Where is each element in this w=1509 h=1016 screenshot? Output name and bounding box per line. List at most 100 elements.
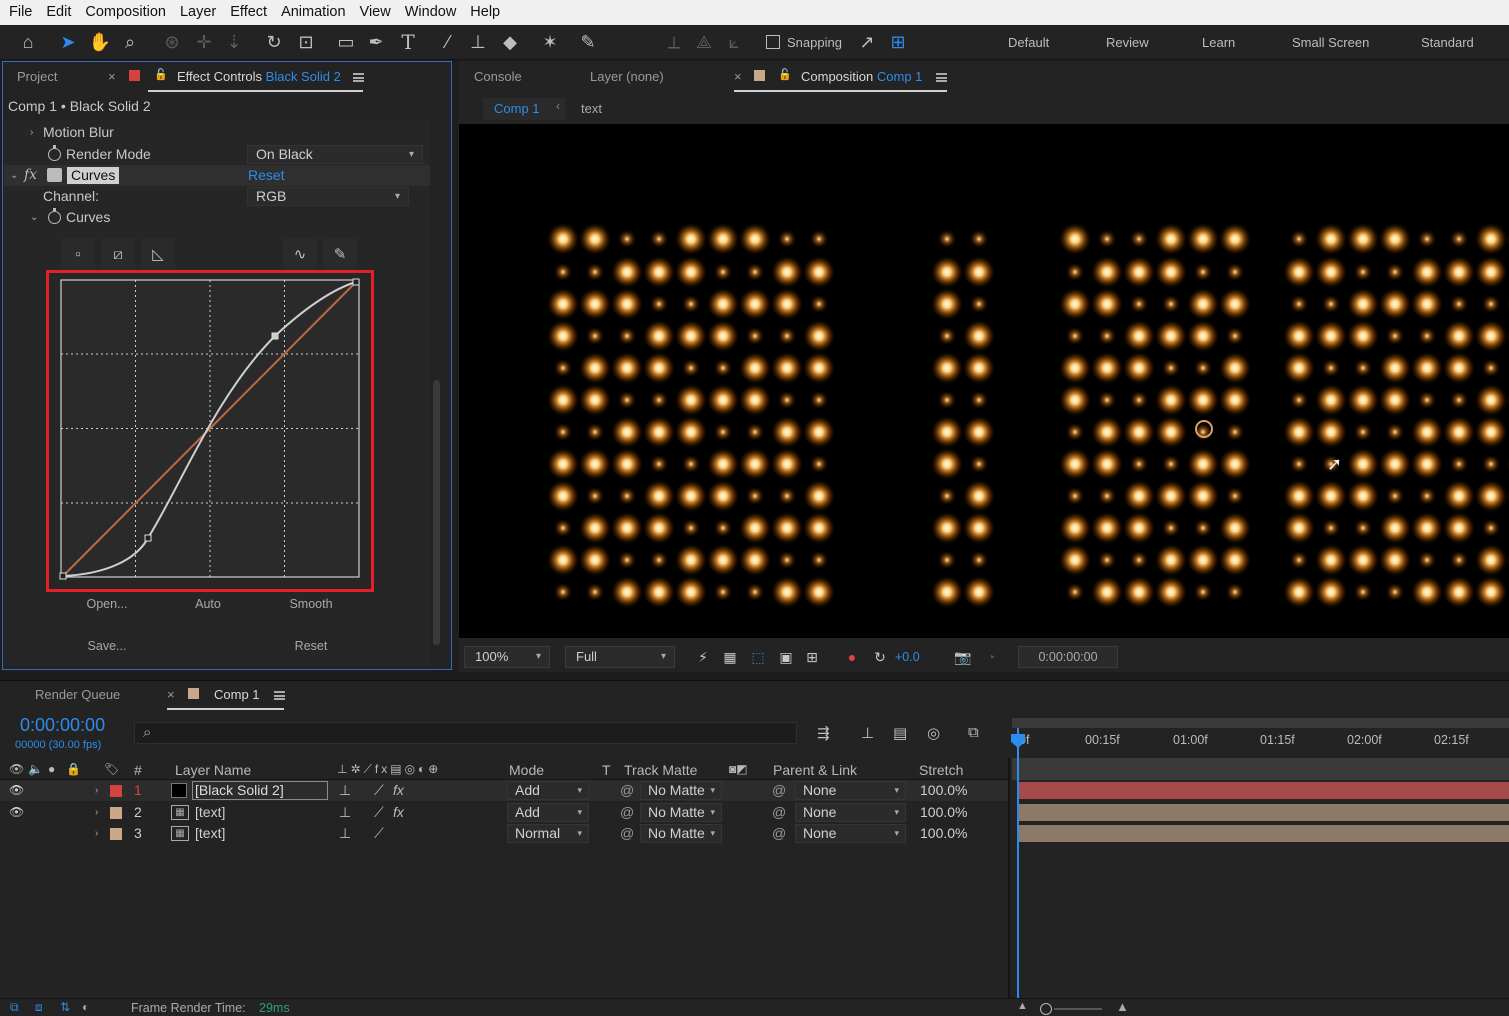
hand-tool-icon[interactable]: ✋ [86,29,114,55]
channels-icon[interactable]: ● [843,648,861,666]
track-matte-dropdown[interactable]: No Matte ▾ [640,781,722,800]
comp-breadcrumb-comp[interactable]: Comp 1 [494,101,540,116]
axis-local-icon[interactable]: ⟂ [660,29,688,55]
zoom-slider-track[interactable] [1054,1008,1102,1010]
tab-timeline-comp[interactable]: Comp 1 [214,679,260,711]
curves-effect-row[interactable]: ⌄ fx Curves Reset [4,165,430,186]
bezier-curve-tool-icon[interactable]: ∿ [283,238,317,270]
effect-switch-icon[interactable]: fx [393,780,404,801]
save-button[interactable]: Save... [59,634,155,658]
zoom-tool-icon[interactable]: ⌕ [116,29,144,55]
menu-file[interactable]: File [2,0,39,25]
effect-controls-scrollbar[interactable] [433,380,440,645]
show-snapshot-icon[interactable]: ◔ [982,648,1000,666]
menu-view[interactable]: View [353,0,398,25]
curves-graph[interactable] [46,270,374,592]
motion-blur-icon[interactable]: ◎ [927,724,940,742]
home-icon[interactable]: ⌂ [14,29,42,55]
pick-whip-icon[interactable]: @ [772,823,786,844]
stopwatch-icon[interactable] [48,208,61,224]
layer-row-1[interactable]: 👁 › 1 [Black Solid 2] ⊥ ⟋ fx Add ▾ @ No M… [0,780,1008,801]
matte-link-icon[interactable]: @ [620,780,634,801]
layer-row-2[interactable]: 👁 › 2 ▦ [text] ⊥ ⟋ fx Add ▾ @ No Matte ▾ @… [0,802,1008,823]
menu-help[interactable]: Help [463,0,507,25]
zoom-slider-handle[interactable] [1040,1003,1052,1015]
axis-view-icon[interactable]: ⟀ [720,29,748,55]
render-time-icon[interactable]: ◐ [82,1000,89,1014]
transparency-grid-icon[interactable]: ▦ [721,648,739,666]
expand-layer-switches-icon[interactable]: ⧈ [35,1000,43,1015]
lock-icon[interactable]: 🔓 [778,68,792,81]
zoom-out-icon[interactable]: ▲ [1017,1000,1028,1012]
type-tool-icon[interactable]: T [394,29,422,55]
panel-menu-icon[interactable] [936,73,947,82]
current-time-display[interactable]: 0:00:00:00 [20,715,105,736]
layer-label-color[interactable] [110,828,122,840]
auto-button[interactable]: Auto [160,592,256,616]
fx-icon[interactable]: fx [24,165,37,186]
lock-icon[interactable]: 🔓 [154,68,168,81]
exposure-value[interactable]: +0.0 [895,650,920,664]
layer-name[interactable]: [Black Solid 2] [192,781,328,800]
chevron-right-icon[interactable]: › [30,122,33,143]
pan-camera-icon[interactable]: ✛ [190,29,218,55]
effect-name-curves[interactable]: Curves [67,167,120,184]
visibility-eye-icon[interactable]: 👁 [9,780,24,801]
matte-link-icon[interactable]: @ [620,823,634,844]
tab-console[interactable]: Console [474,61,522,93]
snap-features-icon[interactable]: ⊞ [884,29,912,55]
workspace-review[interactable]: Review [1106,35,1149,50]
effect-preset-icon[interactable] [47,168,62,182]
orbit-camera-icon[interactable]: ⊛ [158,29,186,55]
chevron-down-icon[interactable]: ⌄ [10,165,18,186]
timeline-search-input[interactable] [134,722,797,744]
fast-preview-icon[interactable]: ⚡ [694,648,712,666]
snapshot-camera-icon[interactable]: 📷 [954,648,972,666]
curve-point-low[interactable] [144,534,152,542]
axis-world-icon[interactable]: ⟁ [690,29,718,55]
matte-link-icon[interactable]: @ [620,802,634,823]
rotation-tool-icon[interactable]: ↻ [260,29,288,55]
composition-viewer[interactable]: ➚ [459,124,1509,638]
expand-transfer-controls-icon[interactable]: ⇅ [60,1000,70,1014]
pen-tool-icon[interactable]: ✒ [362,29,390,55]
work-area-bar[interactable] [1012,718,1509,728]
workspace-learn[interactable]: Learn [1202,35,1235,50]
zoom-in-icon[interactable]: ▲ [1116,999,1129,1014]
layer-bar-2[interactable] [1019,804,1509,821]
curve-size-large-icon[interactable]: ◺ [141,238,175,270]
reset-link[interactable]: Reset [248,165,285,186]
mode-dropdown[interactable]: Add ▾ [507,781,589,800]
resolution-dropdown[interactable]: Full ▾ [565,646,675,668]
visibility-toggle-off[interactable] [9,823,21,844]
track-matte-dropdown[interactable]: No Matte ▾ [640,824,722,843]
motion-blur-row[interactable]: › Motion Blur [4,122,430,143]
mode-dropdown[interactable]: Normal ▾ [507,824,589,843]
shy-switch-icon[interactable]: ⊥ [339,823,351,844]
tab-project[interactable]: Project [17,61,57,93]
menu-window[interactable]: Window [398,0,464,25]
layer-row-3[interactable]: › 3 ▦ [text] ⊥ ⟋ Normal ▾ @ No Matte ▾ @ N… [0,823,1008,844]
pick-whip-icon[interactable]: @ [772,780,786,801]
mode-dropdown[interactable]: Add ▾ [507,803,589,822]
menu-composition[interactable]: Composition [78,0,173,25]
rectangle-tool-icon[interactable]: ▭ [332,29,360,55]
mask-visibility-icon[interactable]: ⬚ [749,648,767,666]
comp-mini-flowchart-icon[interactable]: ⧉ [10,1000,19,1015]
parent-dropdown[interactable]: None ▾ [795,824,906,843]
smooth-button[interactable]: Smooth [263,592,359,616]
shy-switch-icon[interactable]: ⊥ [339,802,351,823]
tab-render-queue[interactable]: Render Queue [35,679,120,711]
curve-size-medium-icon[interactable]: ⧄ [101,238,135,270]
frame-blending-icon[interactable]: ▤ [893,724,907,742]
stretch-value[interactable]: 100.0% [920,802,967,823]
panel-menu-icon[interactable] [274,691,285,700]
zoom-dropdown[interactable]: 100% ▾ [464,646,550,668]
layer-bar-1[interactable] [1019,782,1509,799]
curve-point-high[interactable] [271,332,279,340]
chevron-right-icon[interactable]: › [95,780,98,801]
snap-edges-icon[interactable]: ↗ [853,29,881,55]
snapping-checkbox[interactable] [766,35,780,49]
roto-brush-tool-icon[interactable]: ✶ [536,29,564,55]
close-icon[interactable]: × [108,69,116,84]
